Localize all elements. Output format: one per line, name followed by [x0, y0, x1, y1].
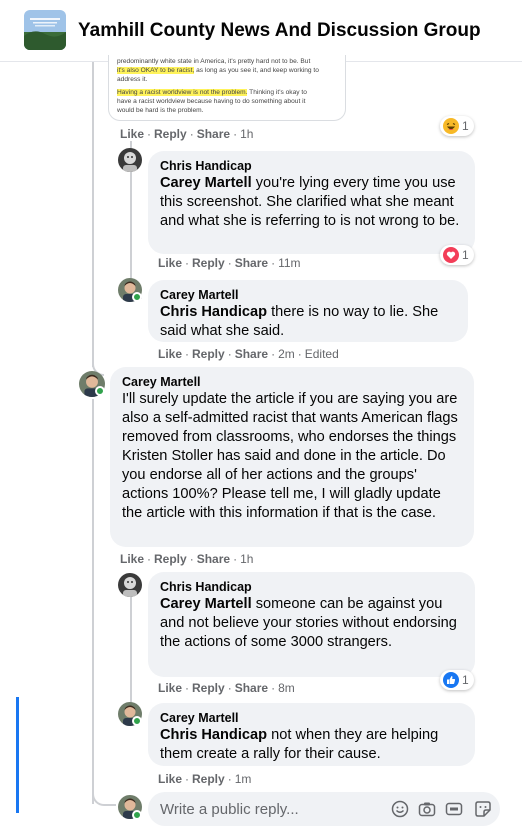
share-button[interactable]: Share	[235, 681, 268, 695]
group-title[interactable]: Yamhill County News And Discussion Group	[78, 20, 481, 42]
comment-author[interactable]: Chris Handicap	[160, 579, 463, 595]
comment-text: I'll surely update the article if you ar…	[122, 391, 458, 521]
reply-button[interactable]: Reply	[192, 681, 225, 695]
share-button[interactable]: Share	[235, 256, 268, 270]
screenshot-line: would be hard is the problem.	[117, 107, 204, 114]
like-button[interactable]: Like	[158, 256, 182, 270]
comment-actions: Like · Reply · Share · 1h	[120, 127, 254, 141]
like-reaction-icon	[443, 672, 459, 688]
reply-button[interactable]: Reply	[192, 772, 225, 786]
mention-link[interactable]: Carey Martell	[160, 175, 252, 191]
like-button[interactable]: Like	[120, 552, 144, 566]
love-reaction-icon	[443, 247, 459, 263]
comment-actions: Like · Reply · Share · 8m	[158, 681, 295, 695]
share-button[interactable]: Share	[235, 347, 268, 361]
thread-curve	[92, 790, 116, 806]
like-button[interactable]: Like	[158, 772, 182, 786]
comment-text: Chris Handicap not when they are helping…	[160, 727, 439, 762]
comment-thread-page: Yamhill County News And Discussion Group…	[0, 0, 522, 830]
screenshot-line: address it.	[117, 76, 148, 83]
comment-text: Carey Martell someone can be against you…	[160, 596, 457, 650]
comment-bubble: Carey Martell Chris Handicap not when th…	[148, 703, 475, 766]
thread-line	[130, 597, 132, 707]
screenshot-line: it's also OKAY to be racist, as long as …	[117, 67, 319, 74]
screenshot-line: Having a racist worldview is not the pro…	[117, 89, 307, 96]
comment-actions: Like · Reply · Share · 1h	[120, 552, 254, 566]
online-status-dot	[132, 810, 142, 820]
comment-author[interactable]: Carey Martell	[160, 287, 456, 303]
comment-actions: Like · Reply · Share · 2m · Edited	[158, 347, 339, 361]
comment-author[interactable]: Carey Martell	[160, 710, 463, 726]
comment-timestamp[interactable]: 2m	[278, 347, 295, 361]
comment-bubble: Chris Handicap Carey Martell you're lyin…	[148, 151, 475, 254]
embedded-screenshot[interactable]: predominantly white state in America, it…	[108, 55, 346, 121]
reaction-summary[interactable]: 1	[440, 670, 474, 690]
mention-link[interactable]: Chris Handicap	[160, 727, 267, 743]
reply-button[interactable]: Reply	[154, 127, 187, 141]
camera-icon[interactable]	[418, 800, 436, 818]
share-button[interactable]: Share	[197, 552, 230, 566]
emoji-icon[interactable]	[391, 800, 409, 818]
comment-bubble: Carey Martell I'll surely update the art…	[110, 367, 474, 547]
mention-link[interactable]: Chris Handicap	[160, 304, 267, 320]
focused-thread-indicator	[16, 697, 19, 813]
online-status-dot	[95, 386, 105, 396]
online-status-dot	[132, 716, 142, 726]
reply-composer[interactable]	[148, 792, 500, 826]
comment-timestamp[interactable]: 8m	[278, 681, 295, 695]
comment-actions: Like · Reply · Share · 11m	[158, 256, 301, 270]
haha-reaction-icon	[443, 118, 459, 134]
avatar[interactable]	[118, 573, 142, 597]
like-button[interactable]: Like	[158, 347, 182, 361]
online-status-dot	[132, 292, 142, 302]
like-button[interactable]: Like	[158, 681, 182, 695]
comment-author[interactable]: Carey Martell	[122, 374, 462, 390]
comment-timestamp[interactable]: 1h	[240, 552, 253, 566]
avatar[interactable]	[118, 148, 142, 172]
comment-timestamp[interactable]: 11m	[278, 256, 300, 270]
reaction-count: 1	[462, 673, 469, 687]
comment-bubble: Carey Martell Chris Handicap there is no…	[148, 280, 468, 342]
comment-timestamp[interactable]: 1h	[240, 127, 253, 141]
comment-timestamp[interactable]: 1m	[235, 772, 252, 786]
comment-actions: Like · Reply · 1m	[158, 772, 252, 786]
edited-label[interactable]: Edited	[305, 347, 339, 361]
screenshot-line: have a racist worldview because having t…	[117, 98, 306, 105]
comment-author[interactable]: Chris Handicap	[160, 158, 463, 174]
reply-button[interactable]: Reply	[154, 552, 187, 566]
reply-button[interactable]: Reply	[192, 256, 225, 270]
like-button[interactable]: Like	[120, 127, 144, 141]
reaction-summary[interactable]: 1	[440, 116, 474, 136]
comment-text: Chris Handicap there is no way to lie. S…	[160, 304, 439, 339]
reaction-count: 1	[462, 248, 469, 262]
comment-text: Carey Martell you're lying every time yo…	[160, 175, 460, 229]
group-header: Yamhill County News And Discussion Group	[0, 0, 522, 62]
sticker-icon[interactable]	[474, 800, 492, 818]
comment-bubble: Chris Handicap Carey Martell someone can…	[148, 572, 475, 677]
reply-input[interactable]	[160, 799, 380, 819]
group-thumbnail[interactable]	[24, 10, 66, 50]
screenshot-line: predominantly white state in America, it…	[117, 58, 311, 65]
gif-icon[interactable]	[445, 800, 463, 818]
share-button[interactable]: Share	[197, 127, 230, 141]
thread-line	[92, 62, 94, 367]
reaction-count: 1	[462, 119, 469, 133]
reaction-summary[interactable]: 1	[440, 245, 474, 265]
thread-line	[92, 399, 94, 804]
reply-button[interactable]: Reply	[192, 347, 225, 361]
mention-link[interactable]: Carey Martell	[160, 596, 252, 612]
